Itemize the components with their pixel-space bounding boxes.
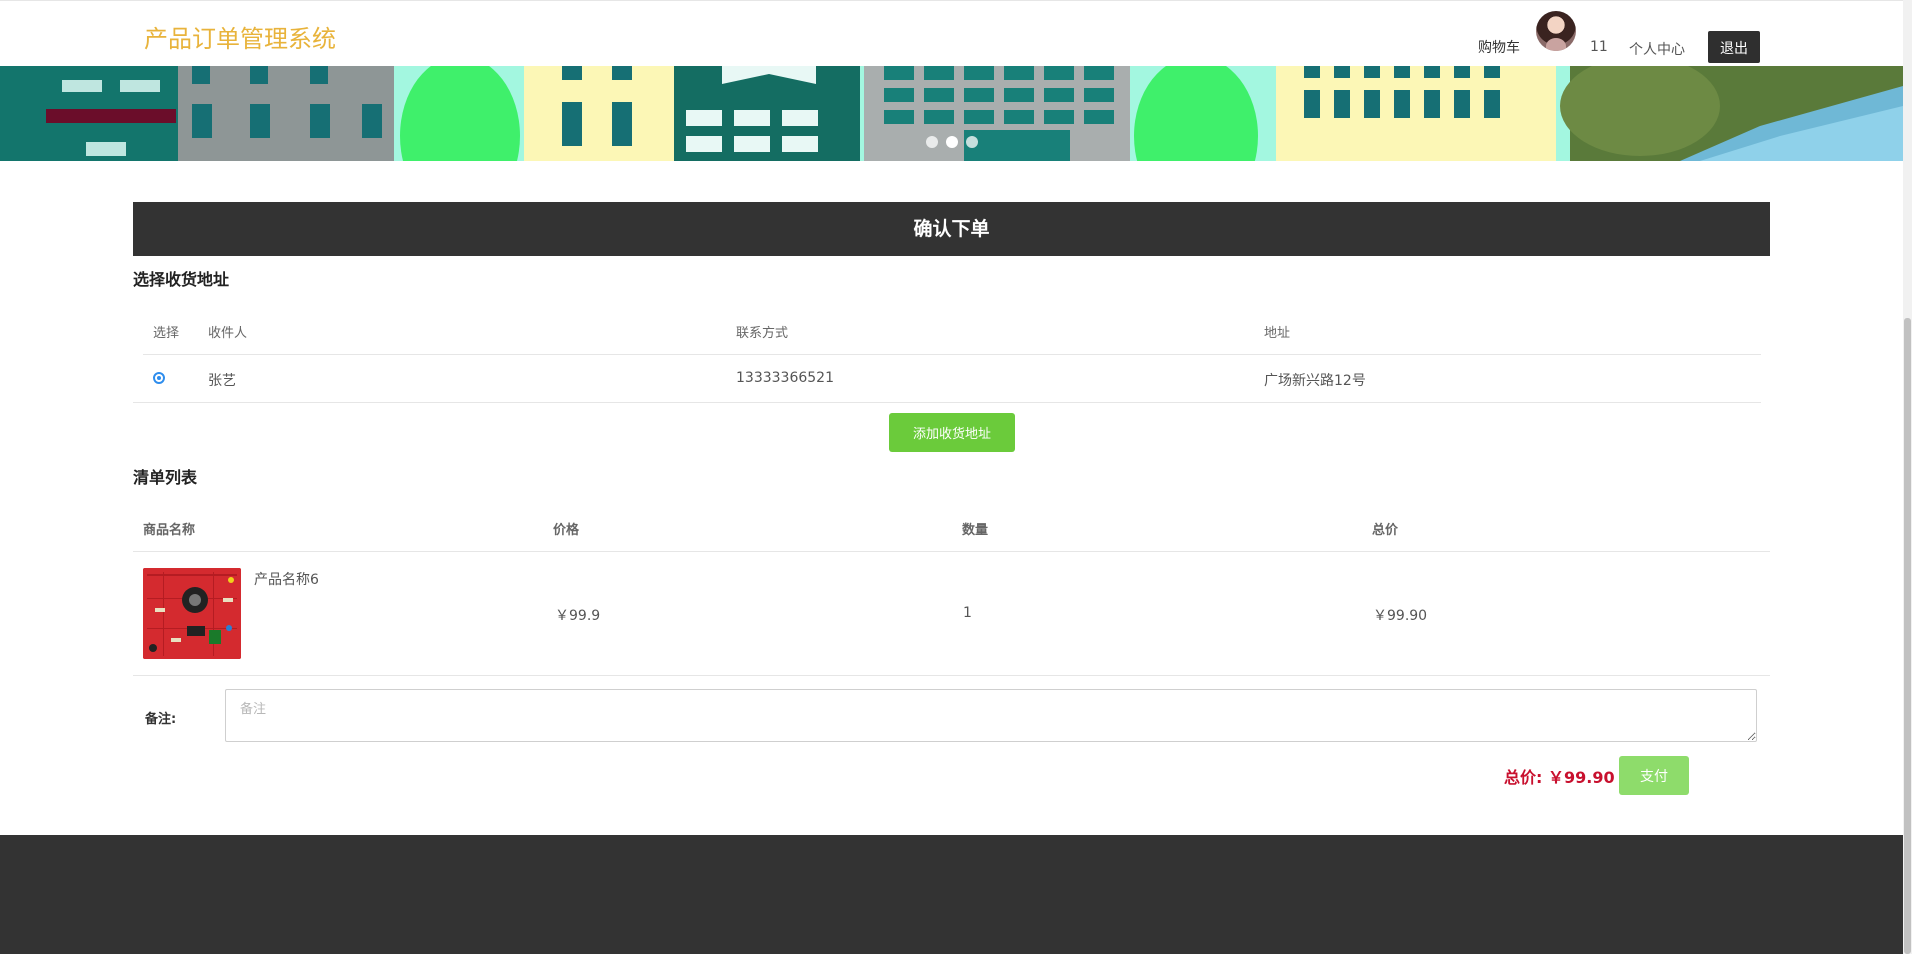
page-scrollbar[interactable] bbox=[1903, 0, 1912, 954]
col-product-name: 商品名称 bbox=[143, 523, 196, 538]
order-list-title: 清单列表 bbox=[133, 468, 198, 487]
recipient-name: 张艺 bbox=[208, 373, 236, 389]
recipient-address: 广场新兴路12号 bbox=[1264, 373, 1366, 389]
col-price: 价格 bbox=[553, 523, 580, 538]
col-total: 总价 bbox=[1372, 523, 1399, 538]
col-quantity: 数量 bbox=[962, 523, 989, 538]
site-title[interactable]: 产品订单管理系统 bbox=[144, 19, 336, 54]
col-address: 地址 bbox=[1264, 326, 1291, 341]
carousel-dot-1[interactable] bbox=[926, 136, 938, 148]
address-row[interactable]: 张艺 13333366521 广场新兴路12号 bbox=[133, 355, 1761, 403]
footer bbox=[0, 835, 1903, 954]
scrollbar-thumb[interactable] bbox=[1904, 318, 1911, 954]
carousel-dot-2[interactable] bbox=[946, 136, 958, 148]
profile-link[interactable]: 个人中心 bbox=[1629, 39, 1685, 59]
cart-link[interactable]: 购物车 bbox=[1478, 37, 1520, 57]
col-recipient: 收件人 bbox=[208, 326, 248, 341]
username: 11 bbox=[1590, 39, 1608, 55]
remark-input[interactable] bbox=[225, 689, 1757, 742]
logout-button[interactable]: 退出 bbox=[1708, 31, 1760, 63]
col-phone: 联系方式 bbox=[736, 326, 789, 341]
product-total: ￥99.90 bbox=[1373, 608, 1428, 624]
header: 产品订单管理系统 购物车 11 个人中心 退出 bbox=[0, 0, 1903, 67]
order-total: 总价: ￥99.90 bbox=[1504, 768, 1615, 787]
confirm-order-bar: 确认下单 bbox=[133, 202, 1770, 256]
address-table-header: 选择 收件人 联系方式 地址 bbox=[143, 318, 1761, 355]
pay-button[interactable]: 支付 bbox=[1619, 756, 1689, 795]
carousel-dot-3[interactable] bbox=[966, 136, 978, 148]
address-radio[interactable] bbox=[153, 372, 165, 384]
product-quantity: 1 bbox=[963, 605, 972, 621]
product-name[interactable]: 产品名称6 bbox=[254, 569, 319, 589]
page: 产品订单管理系统 购物车 11 个人中心 退出 确认下单 选择收货地址 选择 收… bbox=[0, 0, 1903, 954]
add-address-button[interactable]: 添加收货地址 bbox=[889, 413, 1015, 452]
avatar[interactable] bbox=[1536, 11, 1576, 51]
order-table-header: 商品名称 价格 数量 总价 bbox=[133, 511, 1770, 552]
col-select: 选择 bbox=[153, 326, 180, 341]
remark-label: 备注: bbox=[145, 712, 177, 727]
order-item-row: 产品名称6 ￥99.9 1 ￥99.90 bbox=[133, 552, 1770, 676]
banner-carousel[interactable] bbox=[0, 66, 1903, 161]
product-price: ￥99.9 bbox=[555, 608, 601, 624]
address-section-title: 选择收货地址 bbox=[133, 270, 230, 289]
product-image[interactable] bbox=[143, 568, 241, 659]
recipient-phone: 13333366521 bbox=[736, 370, 834, 386]
